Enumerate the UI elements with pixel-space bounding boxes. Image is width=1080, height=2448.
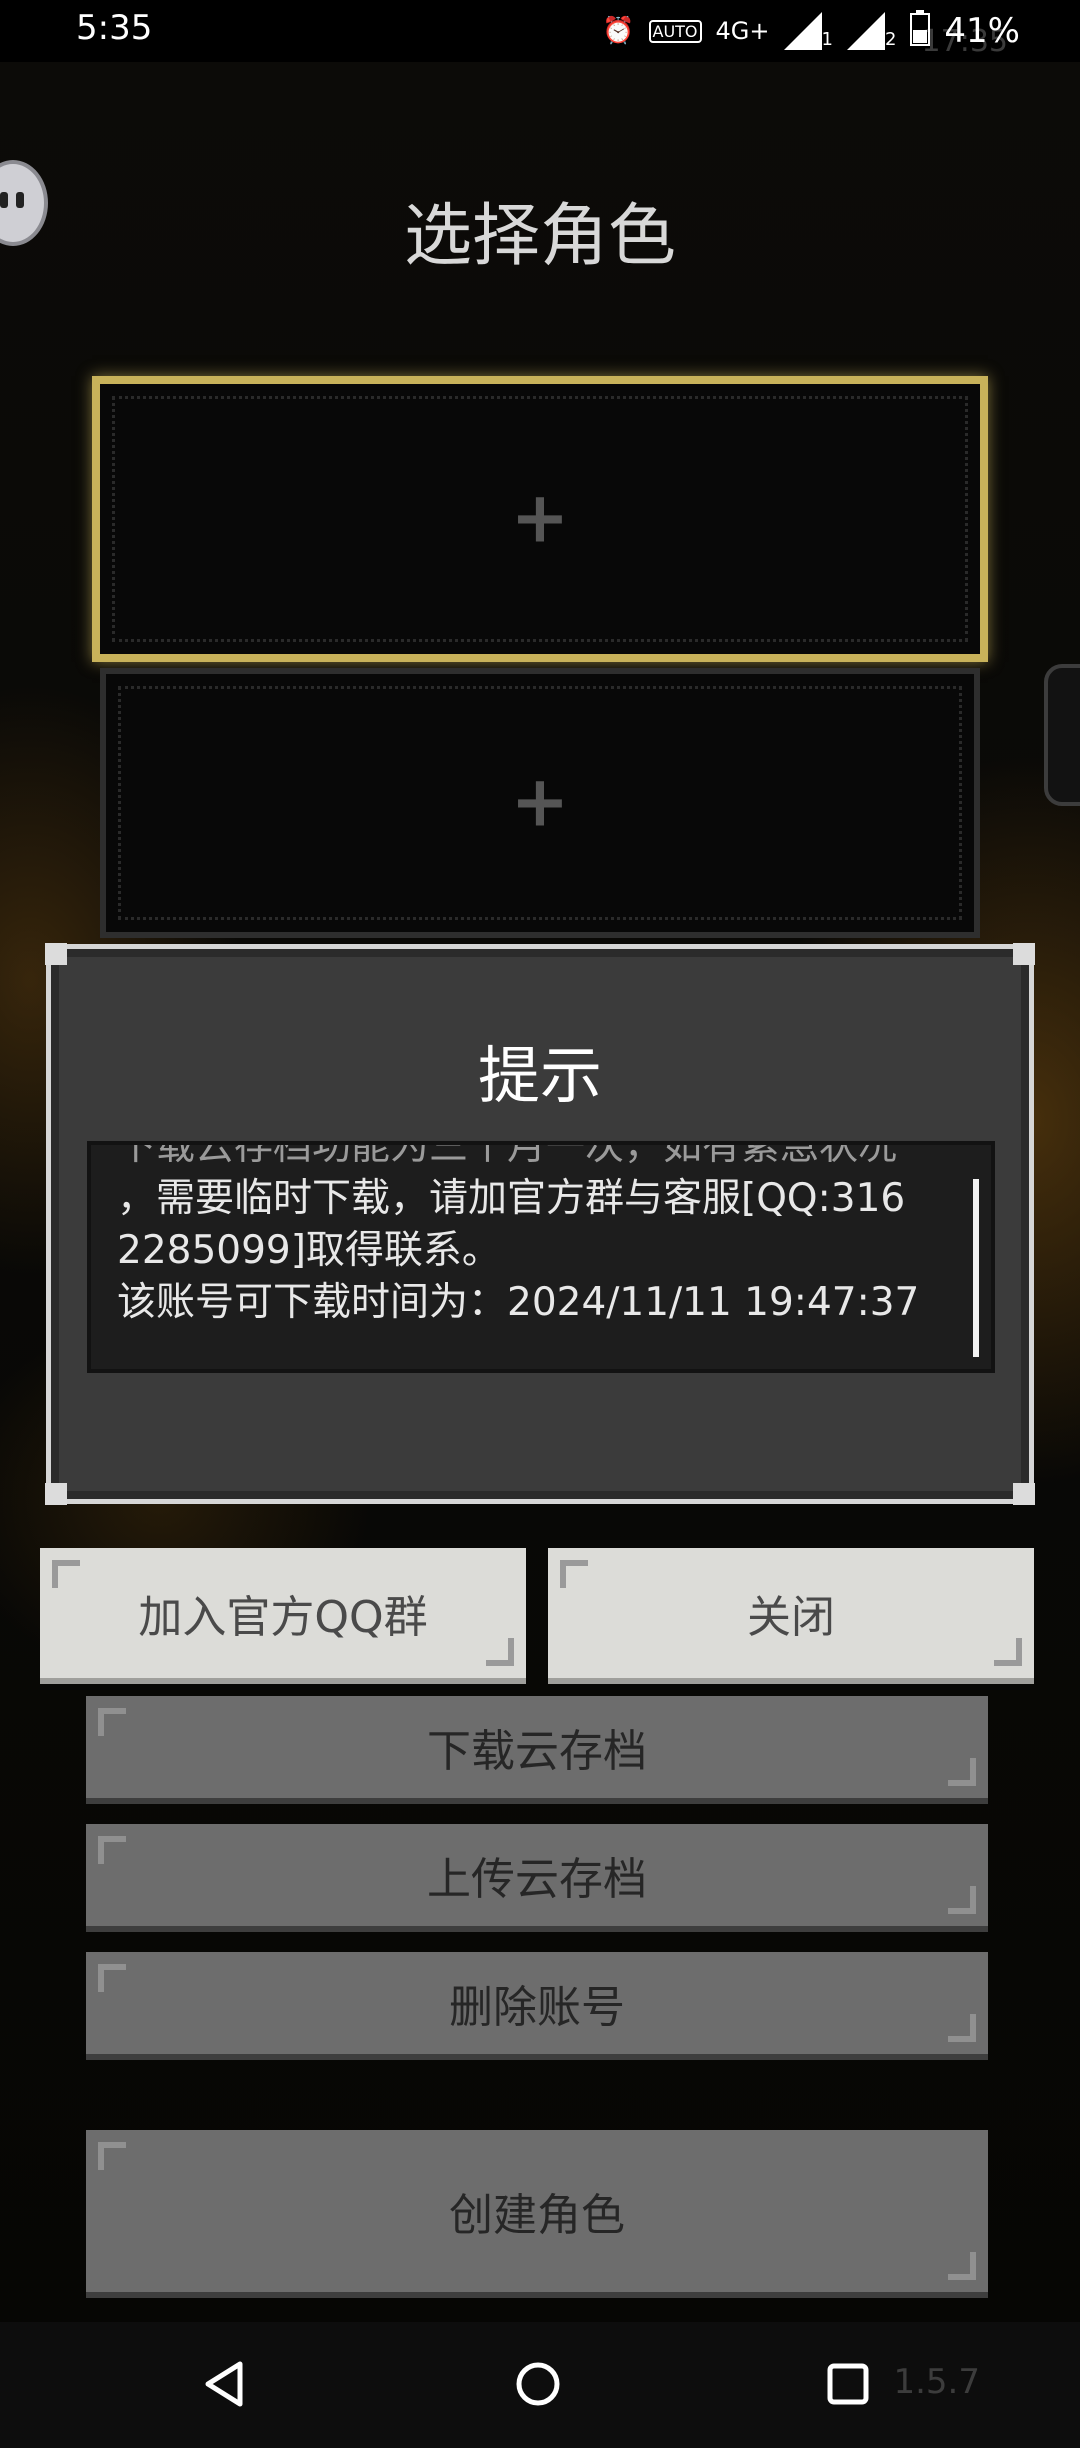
message-line: 该账号可下载时间为：2024/11/11 19:47:37 bbox=[117, 1280, 920, 1325]
message-line: 2285099]取得联系。 bbox=[117, 1228, 501, 1273]
message-line: ，需要临时下载，请加官方群与客服[QQ:316 bbox=[117, 1176, 906, 1221]
battery-icon bbox=[910, 9, 931, 53]
corner-decor bbox=[45, 943, 67, 965]
upload-cloud-save-button[interactable]: 上传云存档 bbox=[86, 1824, 988, 1932]
upload-cloud-save-label: 上传云存档 bbox=[427, 1854, 647, 1905]
corner-decor bbox=[98, 1836, 126, 1864]
sim1-label: 1 bbox=[821, 29, 833, 50]
corner-decor bbox=[948, 2252, 976, 2280]
character-slot-2[interactable]: + bbox=[100, 668, 980, 938]
status-time: 5:35 bbox=[76, 8, 153, 48]
plus-icon: + bbox=[510, 476, 570, 559]
corner-decor bbox=[1013, 1483, 1035, 1505]
corner-decor bbox=[486, 1638, 514, 1666]
corner-decor bbox=[98, 2142, 126, 2170]
message-scroll-box[interactable]: 下载云存档功能为三个月一次，如有紧急状况 ，需要临时下载，请加官方群与客服[QQ… bbox=[87, 1141, 995, 1373]
corner-decor bbox=[560, 1560, 588, 1588]
character-slot-1[interactable]: + bbox=[92, 376, 988, 662]
status-bar: 5:35 17:35 ⏰ AUTO 4G+ 1 2 41% bbox=[0, 0, 1080, 62]
back-icon[interactable] bbox=[192, 2352, 256, 2416]
dialog-title: 提示 bbox=[477, 1039, 602, 1112]
page-title: 选择角色 bbox=[403, 197, 676, 276]
corner-decor bbox=[948, 2014, 976, 2042]
join-qq-group-button[interactable]: 加入官方QQ群 bbox=[40, 1548, 526, 1684]
plus-icon: + bbox=[510, 760, 570, 843]
network-type: 4G+ bbox=[715, 17, 770, 45]
message-line: 下载云存档功能为三个月一次，如有紧急状况 bbox=[117, 1141, 898, 1169]
corner-decor bbox=[52, 1560, 80, 1588]
status-icons: ⏰ AUTO 4G+ 1 2 41% bbox=[602, 8, 1020, 54]
corner-decor bbox=[1013, 943, 1035, 965]
download-cloud-save-button[interactable]: 下载云存档 bbox=[86, 1696, 988, 1804]
home-icon[interactable] bbox=[506, 2352, 570, 2416]
version-label: 1.5.7 bbox=[893, 2362, 980, 2402]
auto-icon: AUTO bbox=[648, 19, 702, 43]
corner-decor bbox=[98, 1964, 126, 1992]
corner-decor bbox=[994, 1638, 1022, 1666]
close-button[interactable]: 关闭 bbox=[548, 1548, 1034, 1684]
corner-decor bbox=[948, 1886, 976, 1914]
recents-icon[interactable] bbox=[816, 2352, 880, 2416]
battery-percent: 41% bbox=[944, 11, 1020, 51]
message-scrollbar[interactable] bbox=[973, 1179, 979, 1357]
close-label: 关闭 bbox=[747, 1592, 835, 1643]
message-text: 下载云存档功能为三个月一次，如有紧急状况 ，需要临时下载，请加官方群与客服[QQ… bbox=[117, 1141, 947, 1329]
delete-account-label: 删除账号 bbox=[449, 1982, 625, 2033]
create-character-label: 创建角色 bbox=[449, 2190, 625, 2241]
alarm-icon: ⏰ bbox=[602, 16, 635, 46]
create-character-button[interactable]: 创建角色 bbox=[86, 2130, 988, 2298]
download-cloud-save-label: 下载云存档 bbox=[427, 1726, 647, 1777]
corner-decor bbox=[98, 1708, 126, 1736]
signal-icon: 1 bbox=[783, 12, 833, 50]
notice-dialog: 提示 下载云存档功能为三个月一次，如有紧急状况 ，需要临时下载，请加官方群与客服… bbox=[45, 943, 1035, 1505]
delete-account-button[interactable]: 删除账号 bbox=[86, 1952, 988, 2060]
corner-decor bbox=[948, 1758, 976, 1786]
signal-icon-2: 2 bbox=[846, 12, 897, 50]
corner-decor bbox=[45, 1483, 67, 1505]
sim2-label: 2 bbox=[884, 29, 897, 50]
join-qq-group-label: 加入官方QQ群 bbox=[138, 1592, 428, 1643]
side-tab-handle[interactable] bbox=[1044, 664, 1080, 806]
